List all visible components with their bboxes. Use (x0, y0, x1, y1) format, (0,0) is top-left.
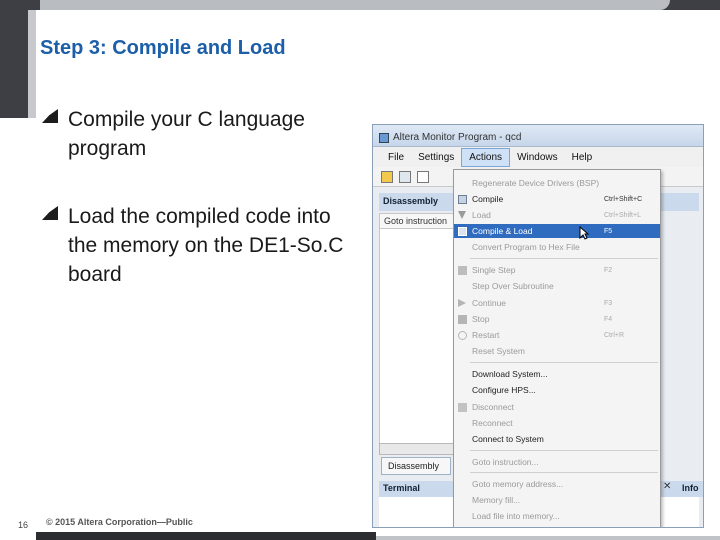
menu-item-goto-memory[interactable]: Goto memory address... (454, 477, 660, 491)
menu-item-continue[interactable]: Continue F3 (454, 296, 660, 310)
menu-item-label: Continue (472, 298, 507, 308)
menu-item-stop[interactable]: Stop F4 (454, 312, 660, 326)
menu-actions[interactable]: Actions (461, 147, 511, 167)
menu-item-label: Single Step (472, 265, 516, 275)
goto-instruction-field[interactable]: Goto instruction (379, 213, 457, 229)
step-icon (458, 265, 467, 275)
window-titlebar: Altera Monitor Program - qcd (373, 125, 703, 147)
disassembly-pane (379, 229, 459, 449)
menu-item-label: Configure HPS... (472, 385, 536, 395)
menu-item-restart[interactable]: Restart Ctrl+R (454, 328, 660, 342)
menu-item-label: Load (472, 210, 491, 220)
menu-item-reset-system[interactable]: Reset System (454, 344, 660, 358)
menu-item-label: Compile (472, 194, 504, 204)
menu-item-shortcut: Ctrl+Shift+C (604, 195, 643, 203)
menu-item-label: Reconnect (472, 418, 513, 428)
window-title: Altera Monitor Program - qcd (393, 132, 522, 143)
menu-item-label: Stop (472, 314, 490, 324)
menu-item-disconnect[interactable]: Disconnect (454, 400, 660, 414)
compile-load-icon (458, 226, 467, 236)
menu-item-label: Reset System (472, 346, 525, 356)
palette-icon[interactable] (381, 170, 393, 183)
menu-item-step-over[interactable]: Step Over Subroutine (454, 279, 660, 293)
menu-item-shortcut: F3 (604, 299, 613, 307)
compile-icon[interactable] (399, 170, 411, 183)
slide-title: Step 3: Compile and Load (40, 37, 286, 59)
menu-item-label: Goto instruction... (472, 457, 539, 467)
menu-item-label: Connect to System (472, 434, 544, 444)
left-decor-bar (0, 0, 28, 118)
menu-separator (470, 258, 658, 259)
close-icon[interactable]: ✕ (663, 481, 671, 492)
menu-item-single-step[interactable]: Single Step F2 (454, 263, 660, 277)
restart-icon (458, 330, 467, 340)
menu-help[interactable]: Help (565, 149, 600, 166)
menu-file[interactable]: File (381, 149, 411, 166)
load-arrow-icon (458, 211, 466, 219)
menu-item-label: Memory fill... (472, 495, 521, 505)
top-decor-bar-light (40, 0, 670, 10)
footer-bar-light (376, 536, 720, 540)
disconnect-icon (458, 402, 467, 412)
menu-item-shortcut: F2 (604, 266, 613, 274)
menu-item-compile[interactable]: Compile Ctrl+Shift+C (454, 192, 660, 206)
menu-item-label: Compile & Load (472, 226, 533, 236)
menu-separator (470, 450, 658, 451)
bullet-icon (40, 206, 60, 220)
left-decor-bar-light (28, 10, 36, 118)
menu-item-shortcut: F4 (604, 315, 613, 323)
mouse-cursor-icon (579, 226, 589, 240)
tab-disassembly[interactable]: Disassembly (381, 457, 451, 475)
continue-icon (458, 299, 466, 307)
menu-separator (470, 472, 658, 473)
menu-item-download-system[interactable]: Download System... (454, 367, 660, 381)
bullet-compile: Compile your C language program (40, 105, 348, 163)
menu-item-label: Regenerate Device Drivers (BSP) (472, 178, 600, 188)
monitor-program-screenshot: Altera Monitor Program - qcd File Settin… (372, 124, 704, 528)
app-icon (379, 132, 389, 143)
menu-item-memory-fill[interactable]: Memory fill... (454, 493, 660, 507)
menu-item-shortcut: Ctrl+R (604, 331, 625, 339)
menu-item-load-file-memory[interactable]: Load file into memory... (454, 509, 660, 523)
menu-item-load[interactable]: Load Ctrl+Shift+L (454, 208, 660, 222)
menu-item-label: Goto memory address... (472, 479, 564, 489)
menu-item-goto-instruction[interactable]: Goto instruction... (454, 455, 660, 469)
menu-item-label: Download System... (472, 369, 548, 379)
menu-item-label: Step Over Subroutine (472, 281, 554, 291)
menu-item-configure-hps[interactable]: Configure HPS... (454, 383, 660, 397)
bullet-text: Compile your C language program (68, 108, 305, 160)
page-icon[interactable] (417, 170, 429, 183)
menu-item-compile-load[interactable]: Compile & Load F5 (454, 224, 660, 238)
footer-bar (36, 532, 376, 540)
menu-item-label: Disconnect (472, 402, 515, 412)
menu-item-regenerate-drivers[interactable]: Regenerate Device Drivers (BSP) (454, 176, 660, 190)
footer-copyright: © 2015 Altera Corporation—Public (46, 517, 193, 527)
menu-item-label: Restart (472, 330, 500, 340)
horizontal-scrollbar[interactable] (379, 443, 459, 455)
menu-item-connect-system[interactable]: Connect to System (454, 432, 660, 446)
menu-item-convert-hex[interactable]: Convert Program to Hex File (454, 240, 660, 254)
stop-icon (458, 314, 467, 324)
actions-dropdown-menu: Regenerate Device Drivers (BSP) Compile … (453, 169, 661, 527)
bullet-text: Load the compiled code into the memory o… (68, 205, 344, 286)
menu-item-shortcut: F5 (604, 227, 613, 235)
menu-bar: File Settings Actions Windows Help (373, 147, 703, 167)
menu-separator (470, 362, 658, 363)
menu-item-label: Convert Program to Hex File (472, 242, 580, 252)
menu-item-shortcut: Ctrl+Shift+L (604, 211, 641, 219)
menu-windows[interactable]: Windows (510, 149, 565, 166)
menu-settings[interactable]: Settings (411, 149, 461, 166)
info-pane-header: Info (679, 481, 703, 497)
bullet-icon (40, 109, 60, 123)
compile-icon (458, 194, 467, 204)
bullet-load: Load the compiled code into the memory o… (40, 202, 348, 289)
menu-item-reconnect[interactable]: Reconnect (454, 416, 660, 430)
page-number: 16 (18, 520, 29, 530)
menu-item-label: Load file into memory... (472, 511, 560, 521)
